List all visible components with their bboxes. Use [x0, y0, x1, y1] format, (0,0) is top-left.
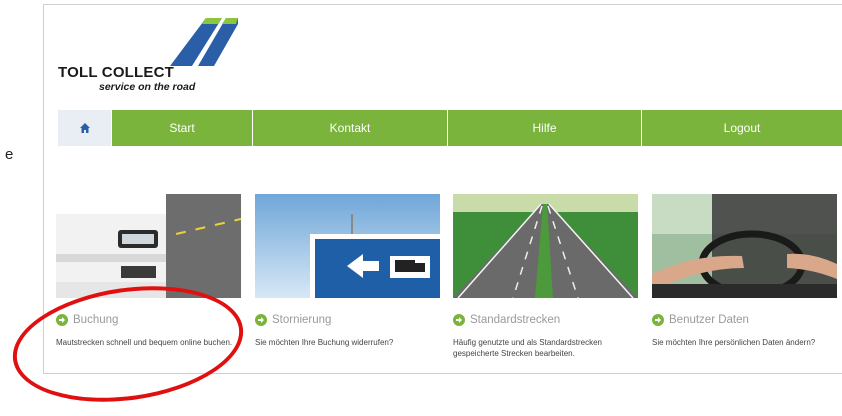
home-icon: [79, 123, 90, 133]
brand-name: TOLL COLLECT: [58, 64, 175, 81]
card-title-label: Standardstrecken: [470, 314, 561, 326]
highway-image[interactable]: [453, 194, 638, 298]
card-description: Sie möchten Ihre Buchung widerrufen?: [255, 338, 394, 347]
card-title-label: Stornierung: [272, 314, 332, 326]
card-title-standardstrecken[interactable]: Standardstrecken: [453, 314, 560, 326]
nav-kontakt[interactable]: Kontakt: [253, 110, 448, 146]
road-sign-image[interactable]: [255, 194, 440, 298]
card-stornierung[interactable]: Stornierung Sie möchten Ihre Buchung wid…: [255, 194, 440, 347]
card-description: Häufig genutzte und als Standardstrecken…: [453, 338, 602, 358]
card-title-benutzer-daten[interactable]: Benutzer Daten: [652, 314, 749, 326]
card-benutzer-daten[interactable]: Benutzer Daten Sie möchten Ihre persönli…: [652, 194, 837, 347]
nav-logout[interactable]: Logout: [642, 110, 842, 146]
nav-home-button[interactable]: [58, 110, 112, 146]
arrow-right-icon: [255, 314, 267, 326]
toll-collect-logo[interactable]: TOLL COLLECT service on the road: [58, 14, 238, 96]
brand-tagline: service on the road: [99, 81, 196, 93]
arrow-right-icon: [652, 314, 664, 326]
logo-stripes-icon: [170, 18, 238, 66]
truck-front-image[interactable]: [56, 194, 241, 298]
driver-image[interactable]: [652, 194, 837, 298]
nav-start[interactable]: Start: [112, 110, 253, 146]
card-title-stornierung[interactable]: Stornierung: [255, 314, 331, 326]
nav-hilfe[interactable]: Hilfe: [448, 110, 642, 146]
card-title-label: Benutzer Daten: [669, 314, 749, 326]
card-buchung[interactable]: Buchung Mautstrecken schnell und bequem …: [56, 194, 241, 347]
main-nav: Start Kontakt Hilfe Logout: [58, 110, 842, 146]
arrow-right-icon: [453, 314, 465, 326]
card-standardstrecken[interactable]: Standardstrecken Häufig genutzte und als…: [453, 194, 638, 358]
stray-text: e: [5, 146, 14, 163]
card-description: Sie möchten Ihre persönlichen Daten ände…: [652, 338, 816, 347]
